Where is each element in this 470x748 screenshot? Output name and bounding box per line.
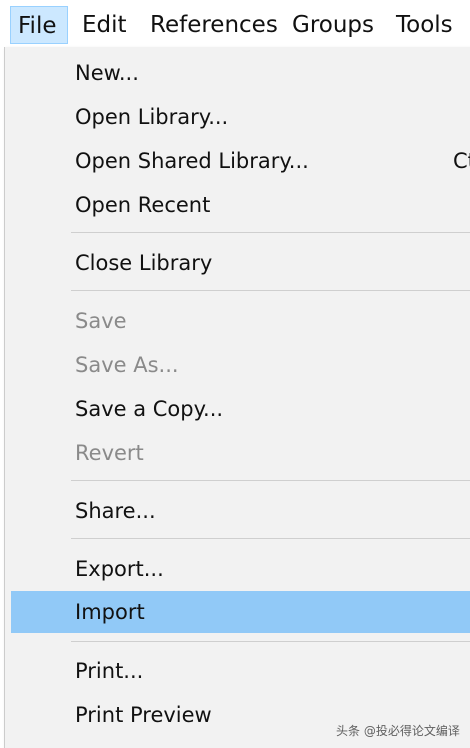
menu-item-label: Open Shared Library... xyxy=(75,149,309,173)
menu-item-close-library[interactable]: Close Library xyxy=(11,243,470,283)
menu-item-print[interactable]: Print... xyxy=(11,651,470,691)
menu-separator xyxy=(71,538,470,539)
menu-item-label: Revert xyxy=(75,441,144,465)
menu-item-label: Share... xyxy=(75,499,156,523)
menu-item-label: Print Preview xyxy=(75,703,212,727)
menu-item-import[interactable]: Import xyxy=(11,591,470,633)
menu-item-new[interactable]: New... xyxy=(11,53,470,93)
menu-item-label: Import xyxy=(75,600,145,624)
shortcut-label: Ct xyxy=(453,149,470,173)
menu-separator xyxy=(71,480,470,481)
menu-item-label: Save xyxy=(75,309,127,333)
menu-item-label: Open Recent xyxy=(75,193,211,217)
menu-tools[interactable]: Tools xyxy=(396,6,453,44)
menu-item-export[interactable]: Export... xyxy=(11,549,470,589)
file-dropdown-menu: New... Open Library... Open Shared Libra… xyxy=(4,47,470,748)
menu-item-save-as: Save As... xyxy=(11,345,470,385)
menu-groups[interactable]: Groups xyxy=(292,6,374,44)
menu-item-revert: Revert xyxy=(11,433,470,473)
menu-item-label: New... xyxy=(75,61,139,85)
menu-separator xyxy=(71,232,470,233)
menu-file[interactable]: File xyxy=(10,6,68,44)
menu-item-label: Save As... xyxy=(75,353,179,377)
menu-item-open-library[interactable]: Open Library... xyxy=(11,97,470,137)
menu-item-label: Export... xyxy=(75,557,164,581)
menu-item-label: Close Library xyxy=(75,251,213,275)
menu-item-save-a-copy[interactable]: Save a Copy... xyxy=(11,389,470,429)
menu-item-label: Open Library... xyxy=(75,105,229,129)
menu-separator xyxy=(71,641,470,642)
menu-item-label: Print... xyxy=(75,659,144,683)
watermark: 头条 @投必得论文编译 xyxy=(336,724,460,738)
menu-bar: File Edit References Groups Tools xyxy=(0,0,470,47)
menu-separator xyxy=(71,290,470,291)
menu-item-share[interactable]: Share... xyxy=(11,491,470,531)
menu-item-open-recent[interactable]: Open Recent xyxy=(11,185,470,225)
menu-item-open-shared-library[interactable]: Open Shared Library... Ct xyxy=(11,141,470,181)
menu-item-save: Save xyxy=(11,301,470,341)
menu-edit[interactable]: Edit xyxy=(82,6,127,44)
menu-item-label: Save a Copy... xyxy=(75,397,224,421)
menu-references[interactable]: References xyxy=(150,6,278,44)
